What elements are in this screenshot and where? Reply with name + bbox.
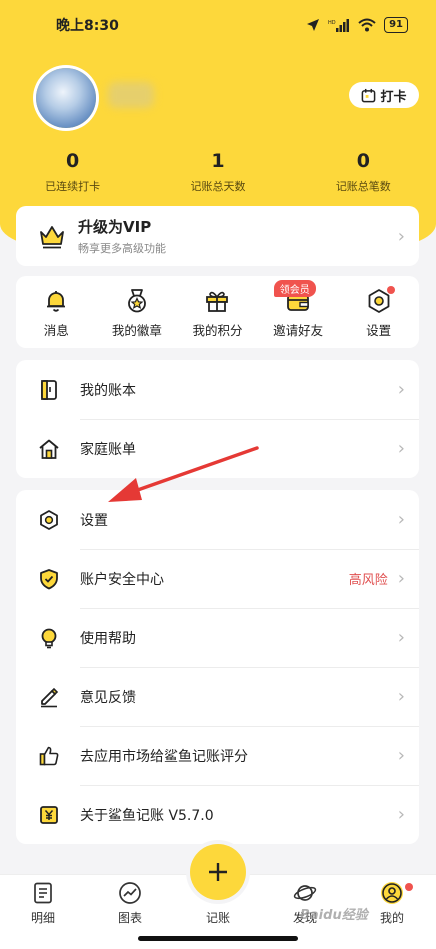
stat-value: 1 (211, 150, 225, 172)
stat-label: 记账总笔数 (335, 180, 391, 193)
location-icon (307, 19, 320, 31)
row-label: 家庭账单 (80, 441, 136, 458)
shield-icon (40, 568, 58, 589)
notification-dot (405, 883, 413, 891)
stat-value: 0 (66, 150, 80, 172)
checkin-button[interactable]: 打卡 (349, 82, 419, 108)
settings-list-card: 设置 › 账户安全中心 高风险 › 使用帮助 › 意见反馈 › 去应用市场给鲨鱼… (16, 490, 419, 844)
lightbulb-icon (41, 628, 57, 648)
gift-icon (206, 291, 229, 312)
quick-label: 我的积分 (192, 323, 243, 338)
tab-record[interactable]: 记账 (183, 909, 253, 926)
chart-icon (119, 882, 141, 904)
chevron-right-icon: › (397, 745, 405, 766)
row-label: 去应用市场给鲨鱼记账评分 (80, 748, 248, 765)
row-label: 使用帮助 (80, 630, 136, 647)
row-label: 账户安全中心 (80, 571, 164, 588)
checkin-label: 打卡 (380, 89, 407, 105)
list-item-feedback[interactable]: 意见反馈 › (16, 667, 419, 726)
chevron-right-icon: › (397, 686, 405, 707)
stat-label: 记账总天数 (190, 180, 246, 193)
avatar[interactable] (36, 68, 96, 128)
tab-label: 图表 (117, 911, 142, 925)
quick-points[interactable]: 我的积分 (177, 288, 258, 339)
stat-records[interactable]: 0 记账总笔数 (291, 150, 436, 194)
tab-label: 我的 (379, 911, 404, 925)
row-label: 关于鲨鱼记账 V5.7.0 (80, 807, 214, 824)
stat-streak[interactable]: 0 已连续打卡 (0, 150, 145, 194)
chevron-right-icon: › (397, 379, 405, 400)
quick-invite[interactable]: 领会员 邀请好友 (258, 280, 339, 339)
chevron-right-icon: › (397, 438, 405, 459)
row-label: 设置 (80, 512, 108, 529)
books-list-card: 我的账本 › 家庭账单 › (16, 360, 419, 478)
quick-label: 消息 (43, 323, 69, 338)
vip-subtitle: 畅享更多高级功能 (78, 242, 166, 255)
medal-icon (127, 289, 146, 313)
stat-value: 0 (356, 150, 370, 172)
plus-icon (209, 863, 227, 881)
vip-title: 升级为VIP (78, 218, 152, 236)
risk-status: 高风险 (348, 573, 388, 588)
house-icon (39, 439, 59, 459)
add-record-button[interactable] (190, 844, 246, 900)
thumbs-up-icon (39, 746, 59, 765)
planet-icon (293, 885, 317, 901)
stat-days[interactable]: 1 记账总天数 (145, 150, 290, 194)
signal-icon: HD (328, 19, 350, 32)
member-badge: 领会员 (273, 280, 316, 297)
chevron-right-icon: › (397, 509, 405, 530)
bell-icon (47, 291, 66, 312)
battery-indicator: 91 (384, 17, 408, 33)
list-item-family-bill[interactable]: 家庭账单 › (16, 419, 419, 478)
tab-label: 明细 (30, 911, 55, 925)
chevron-right-icon: › (397, 627, 405, 648)
list-item-about[interactable]: 关于鲨鱼记账 V5.7.0 › (16, 785, 419, 844)
tab-charts[interactable]: 图表 (95, 881, 165, 926)
status-icons: HD 91 (306, 17, 408, 33)
hexagon-settings-icon (40, 509, 58, 530)
row-label: 我的账本 (80, 382, 136, 399)
notification-dot (386, 286, 395, 294)
quick-label: 我的徽章 (111, 323, 162, 338)
quick-actions-card: 消息 我的徽章 我的积分 领会员 邀请好友 设置 (16, 276, 419, 348)
quick-label: 邀请好友 (273, 323, 324, 338)
network-type-label: HD (328, 20, 336, 26)
watermark: Baidu经验 (300, 908, 368, 923)
home-indicator[interactable] (138, 936, 298, 941)
pencil-icon (41, 687, 59, 707)
list-item-help[interactable]: 使用帮助 › (16, 608, 419, 667)
quick-badges[interactable]: 我的徽章 (97, 288, 178, 339)
status-time: 晚上8:30 (56, 18, 119, 34)
chevron-right-icon: › (397, 804, 405, 825)
quick-messages[interactable]: 消息 (16, 288, 97, 339)
tab-details[interactable]: 明细 (8, 881, 78, 926)
list-item-my-books[interactable]: 我的账本 › (16, 360, 419, 419)
chevron-right-icon: › (397, 568, 405, 589)
username-blurred (108, 82, 154, 108)
status-bar: 晚上8:30 HD 91 (0, 0, 436, 50)
wifi-icon (358, 18, 376, 32)
list-item-rate-app[interactable]: 去应用市场给鲨鱼记账评分 › (16, 726, 419, 785)
tab-label: 记账 (205, 911, 230, 925)
user-icon (381, 882, 403, 904)
yuan-note-icon (40, 805, 58, 824)
document-icon (34, 882, 52, 904)
row-label: 意见反馈 (80, 689, 136, 706)
stats-row: 0 已连续打卡 1 记账总天数 0 记账总笔数 (0, 150, 436, 194)
quick-settings[interactable]: 设置 (338, 286, 419, 339)
list-item-security-center[interactable]: 账户安全中心 高风险 › (16, 549, 419, 608)
book-icon (41, 379, 57, 400)
vip-upgrade-card[interactable]: 升级为VIP 畅享更多高级功能 › (16, 206, 419, 266)
list-item-settings[interactable]: 设置 › (16, 490, 419, 549)
stat-label: 已连续打卡 (45, 180, 101, 193)
quick-label: 设置 (366, 323, 392, 338)
chevron-right-icon: › (397, 225, 405, 247)
calendar-icon (362, 88, 376, 102)
crown-icon (40, 226, 64, 249)
